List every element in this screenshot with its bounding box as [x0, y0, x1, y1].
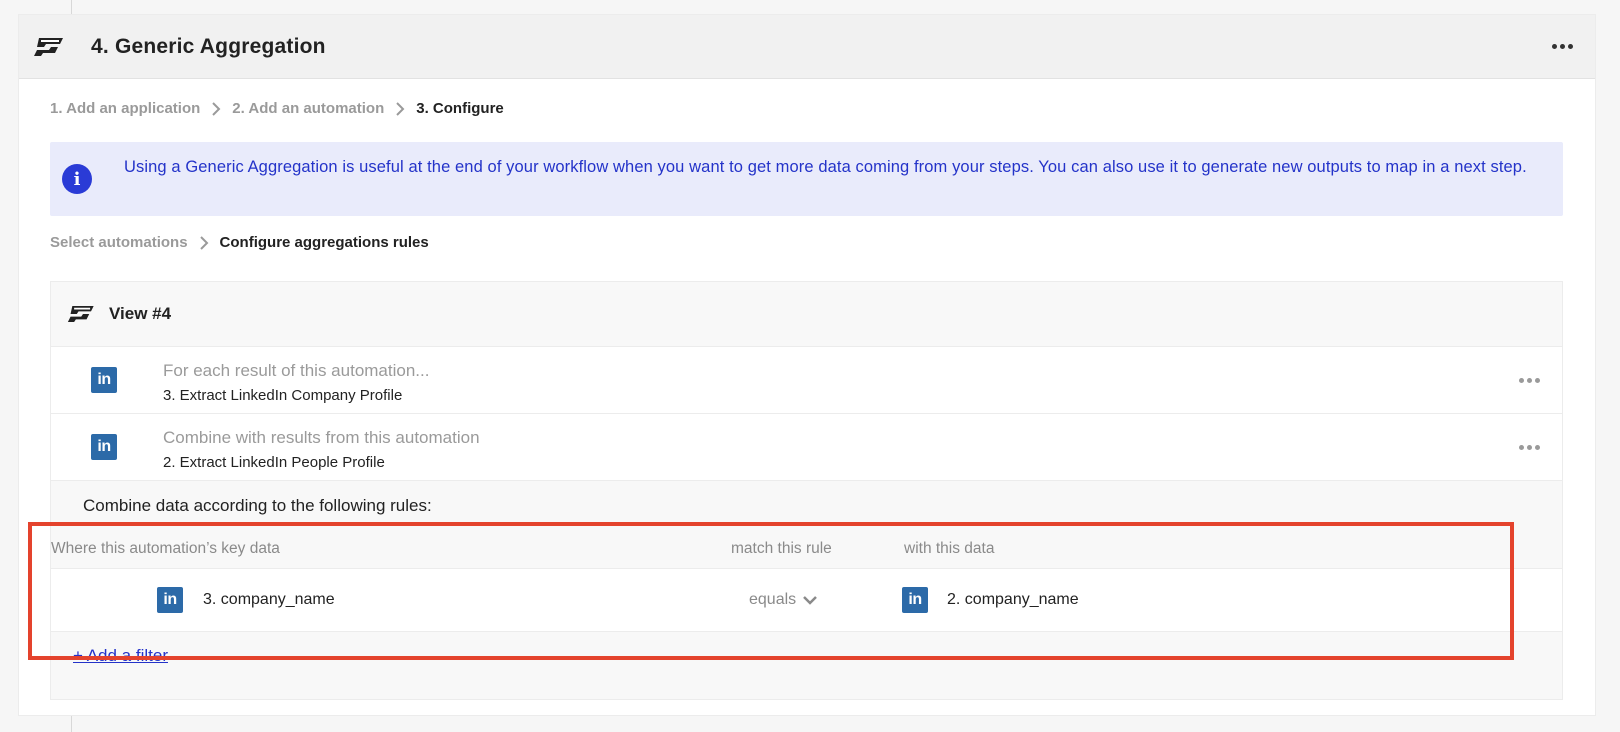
automation-name: 2. Extract LinkedIn People Profile	[163, 454, 385, 471]
chevron-right-icon	[199, 235, 208, 250]
linkedin-icon: in	[902, 587, 928, 613]
rule-row: in 3. company_name equals in 2. company_…	[51, 569, 1562, 632]
automation-subtitle: For each result of this automation...	[163, 361, 430, 380]
linkedin-icon: in	[91, 434, 117, 460]
chevron-right-icon	[396, 101, 405, 116]
info-banner: i Using a Generic Aggregation is useful …	[50, 142, 1563, 216]
info-text: Using a Generic Aggregation is useful at…	[124, 158, 1527, 176]
automation-subtitle: Combine with results from this automatio…	[163, 428, 480, 447]
timeline-connector-bottom	[71, 716, 72, 732]
card-title: 4. Generic Aggregation	[91, 34, 326, 58]
sub-breadcrumb: Select automations Configure aggregation…	[50, 234, 429, 251]
automation-row-source: in For each result of this automation...…	[51, 347, 1562, 414]
rule-key-target[interactable]: 2. company_name	[947, 591, 1079, 609]
view-panel: View #4 in For each result of this autom…	[50, 281, 1563, 700]
breadcrumb-add-application[interactable]: 1. Add an application	[50, 100, 200, 117]
column-header-data: with this data	[904, 540, 995, 557]
rules-label: Combine data according to the following …	[83, 496, 432, 515]
rule-operator-select[interactable]: equals	[749, 591, 818, 609]
more-horizontal-icon[interactable]	[1519, 445, 1540, 450]
column-header-rule: match this rule	[731, 540, 832, 557]
view-title: View #4	[109, 304, 172, 323]
info-icon: i	[62, 164, 92, 194]
linkedin-icon: in	[91, 367, 117, 393]
substep-select-automations[interactable]: Select automations	[50, 234, 188, 251]
column-header-key: Where this automation’s key data	[51, 540, 280, 557]
captain-data-logo-icon	[67, 306, 94, 322]
breadcrumb-configure[interactable]: 3. Configure	[416, 100, 504, 117]
substep-configure-rules[interactable]: Configure aggregations rules	[220, 234, 429, 251]
add-filter-link[interactable]: + Add a filter	[73, 646, 168, 666]
timeline-connector-top	[71, 0, 72, 14]
automation-row-combine: in Combine with results from this automa…	[51, 414, 1562, 481]
captain-data-logo-icon	[34, 37, 63, 56]
automation-name: 3. Extract LinkedIn Company Profile	[163, 387, 403, 404]
chevron-right-icon	[212, 101, 221, 116]
card-header: 4. Generic Aggregation	[19, 15, 1595, 79]
chevron-down-icon	[803, 596, 818, 605]
more-horizontal-icon[interactable]	[1519, 378, 1540, 383]
more-horizontal-icon[interactable]	[1552, 44, 1573, 49]
rule-operator-value: equals	[749, 591, 797, 608]
rules-table-header: Where this automation’s key data match t…	[51, 527, 1562, 569]
rule-key-source[interactable]: 3. company_name	[203, 591, 335, 609]
breadcrumb: 1. Add an application 2. Add an automati…	[50, 100, 504, 117]
breadcrumb-add-automation[interactable]: 2. Add an automation	[232, 100, 384, 117]
view-header: View #4	[51, 282, 1562, 347]
linkedin-icon: in	[157, 587, 183, 613]
